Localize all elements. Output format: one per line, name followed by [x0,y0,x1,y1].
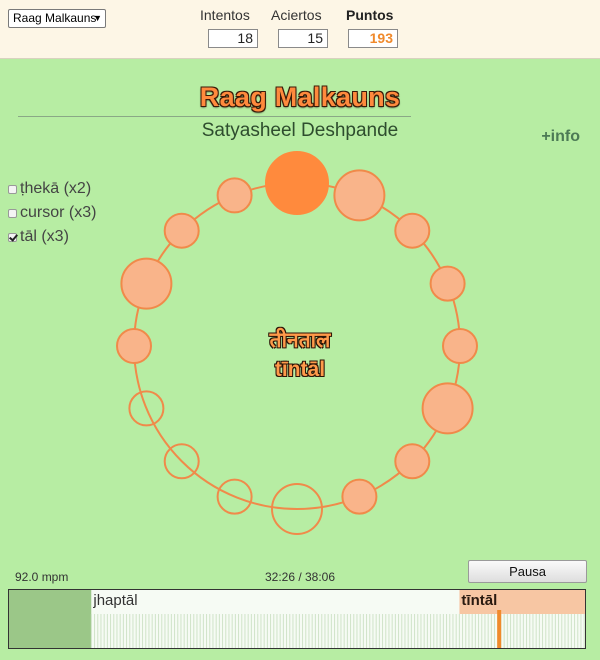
tal-name-latin: tīntāl [274,358,326,381]
beat-marker-2 [333,169,386,222]
beat-marker-1 [265,151,329,215]
pause-button[interactable]: Pausa [468,560,587,583]
beat-marker-3 [394,212,431,249]
timeline-segment-0 [9,590,92,648]
chevron-down-icon: ▼ [93,13,102,23]
raag-title: Raag Malkauns [199,82,401,112]
beat-marker-8 [341,478,378,515]
segment-label-tintal: tīntāl [461,592,498,609]
points-label: Puntos [346,7,394,23]
tal-circle [116,151,478,535]
tal-name-devanagari: तीनताल [269,329,331,352]
header-bar: Raag Malkauns ▼ Intentos Aciertos Puntos… [0,0,600,59]
segment-label-jhaptal: jhaptāl [93,592,138,609]
title-divider [18,116,411,117]
beat-marker-7 [394,443,431,480]
hits-value: 15 [278,29,328,48]
timeline-track[interactable]: jhaptāl tīntāl [8,589,586,649]
artist-name: Satyasheel Deshpande [201,120,399,141]
points-value: 193 [348,29,398,48]
beat-marker-15 [163,212,200,249]
beat-marker-6 [421,382,474,435]
beat-marker-4 [429,265,466,302]
hits-label: Aciertos [271,7,322,23]
beat-marker-14 [120,257,173,310]
raag-select-value: Raag Malkauns [13,11,97,25]
raag-select[interactable]: Raag Malkauns ▼ [8,9,106,28]
attempts-label: Intentos [200,7,250,23]
timeline-playhead[interactable] [497,610,502,648]
info-link[interactable]: +info [541,128,580,146]
beat-marker-16 [216,177,253,214]
timeline-segment-1 [91,590,460,648]
attempts-value: 18 [208,29,258,48]
